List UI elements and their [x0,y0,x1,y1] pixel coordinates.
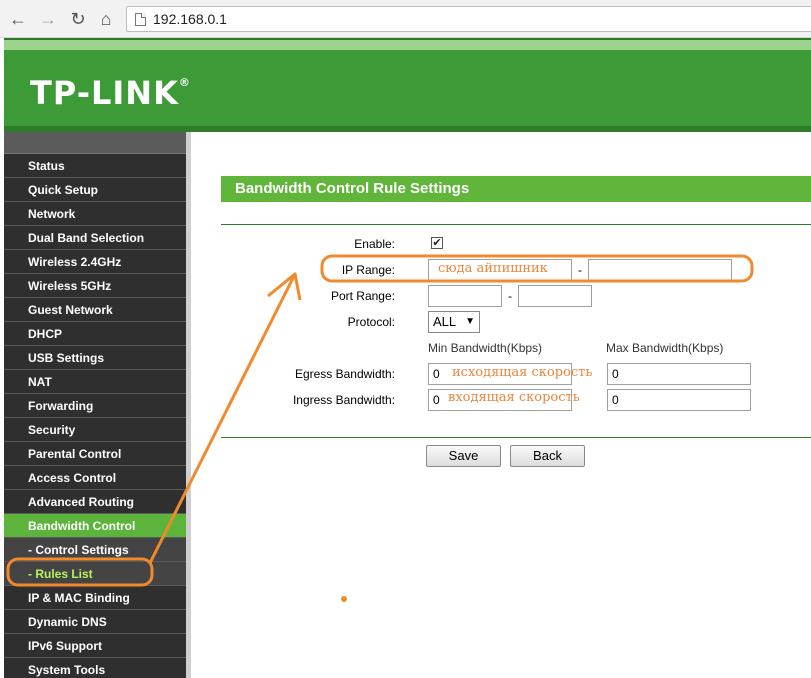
port-range-label: Port Range: [330,289,395,303]
tp-link-logo: TP-LINK® [30,74,191,112]
sidebar-item-nat[interactable]: NAT [4,370,186,394]
arrow-left-icon[interactable]: ← [8,9,28,29]
address-bar[interactable]: 192.168.0.1 [126,6,811,32]
sidebar-item-advanced-routing[interactable]: Advanced Routing [4,490,186,514]
ingress-bandwidth-label: Ingress Bandwidth: [292,393,395,407]
sidebar-item-dhcp[interactable]: DHCP [4,322,186,346]
port-range-dash: - [508,289,512,303]
egress-max-input[interactable]: 0 [607,363,751,385]
reload-icon[interactable]: ↻ [68,9,88,29]
save-button[interactable]: Save [426,445,501,467]
sidebar-subitem-control-settings[interactable]: - Control Settings [4,538,186,562]
ingress-annotation: входящая скорость [448,390,580,405]
browser-toolbar: ← → ↻ ⌂ 192.168.0.1 [0,0,811,38]
section-title: Bandwidth Control Rule Settings [221,176,811,202]
sidebar-item-forwarding[interactable]: Forwarding [4,394,186,418]
sidebar-item-access-control[interactable]: Access Control [4,466,186,490]
back-button[interactable]: Back [510,445,585,467]
ip-range-label: IP Range: [341,263,395,277]
home-icon[interactable]: ⌂ [96,9,116,29]
header-banner: TP-LINK® [4,38,811,134]
divider-top [221,224,811,225]
divider-bottom [221,437,811,438]
arrow-right-icon[interactable]: → [38,9,58,29]
port-range-end-input[interactable] [518,285,592,307]
sidebar-item-security[interactable]: Security [4,418,186,442]
header-stripe [4,40,811,50]
max-bandwidth-header: Max Bandwidth(Kbps) [606,341,724,355]
sidebar-item-parental-control[interactable]: Parental Control [4,442,186,466]
sidebar-item-guest-network[interactable]: Guest Network [4,298,186,322]
sidebar-subitem-rules-list[interactable]: - Rules List [4,562,186,586]
sidebar-top-spacer [4,132,186,154]
sidebar-item-network[interactable]: Network [4,202,186,226]
min-bandwidth-header: Min Bandwidth(Kbps) [428,341,543,355]
ip-range-annotation: сюда айпишник [438,261,548,276]
sidebar-item-ip-mac-binding[interactable]: IP & MAC Binding [4,586,186,610]
sidebar-item-dynamic-dns[interactable]: Dynamic DNS [4,610,186,634]
page: ← → ↻ ⌂ 192.168.0.1 TP-LINK® Status Quic… [0,0,811,678]
sidebar-item-bandwidth-control[interactable]: Bandwidth Control [4,514,186,538]
sidebar-item-status[interactable]: Status [4,154,186,178]
sidebar-item-wireless-24ghz[interactable]: Wireless 2.4GHz [4,250,186,274]
sidebar-item-ipv6-support[interactable]: IPv6 Support [4,634,186,658]
ingress-max-input[interactable]: 0 [607,389,751,411]
main-content: Bandwidth Control Rule Settings Enable: … [191,132,811,678]
protocol-label: Protocol: [347,315,395,329]
page-icon [135,13,146,26]
enable-checkbox[interactable]: ✔ [431,237,443,249]
sidebar-item-system-tools[interactable]: System Tools [4,658,186,678]
ip-range-end-input[interactable] [588,259,732,281]
sidebar-item-dual-band-selection[interactable]: Dual Band Selection [4,226,186,250]
egress-bandwidth-label: Egress Bandwidth: [294,367,395,381]
sidebar-menu: Status Quick Setup Network Dual Band Sel… [4,132,186,678]
ip-range-dash: - [578,263,582,277]
sidebar-item-quick-setup[interactable]: Quick Setup [4,178,186,202]
enable-label: Enable: [354,237,395,251]
sidebar-item-wireless-5ghz[interactable]: Wireless 5GHz [4,274,186,298]
port-range-start-input[interactable] [428,285,502,307]
chevron-down-icon: ▼ [465,316,475,327]
egress-annotation: исходящая скорость [452,365,593,380]
protocol-select[interactable]: ALL ▼ [428,311,480,333]
url-text: 192.168.0.1 [153,11,227,27]
sidebar-item-usb-settings[interactable]: USB Settings [4,346,186,370]
protocol-selected-value: ALL [433,314,457,329]
